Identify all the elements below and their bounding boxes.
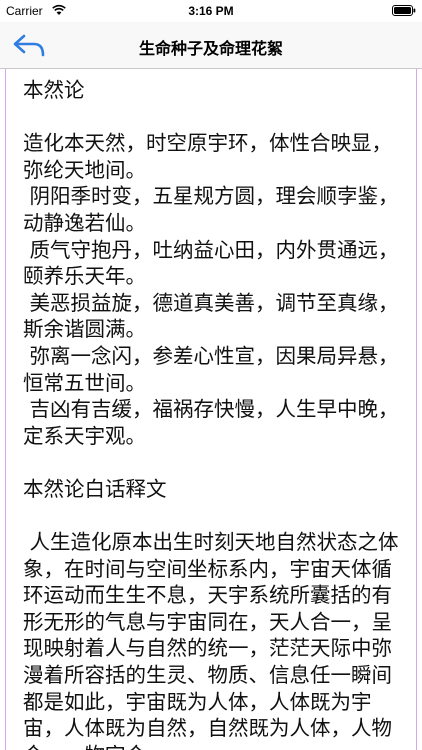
page-title: 生命种子及命理花絮 — [138, 39, 283, 58]
status-bar: Carrier 3:16 PM — [0, 0, 422, 22]
status-time: 3:16 PM — [188, 4, 234, 18]
content-scroll-area[interactable]: 本然论 造化本天然，时空原宇环，体性合映显，弥纶天地间。 阴阳季时变，五星规方圆… — [5, 69, 417, 750]
article-text: 本然论 造化本天然，时空原宇环，体性合映显，弥纶天地间。 阴阳季时变，五星规方圆… — [23, 78, 399, 750]
navigation-bar: 生命种子及命理花絮 — [0, 22, 422, 69]
battery-icon — [392, 5, 416, 16]
